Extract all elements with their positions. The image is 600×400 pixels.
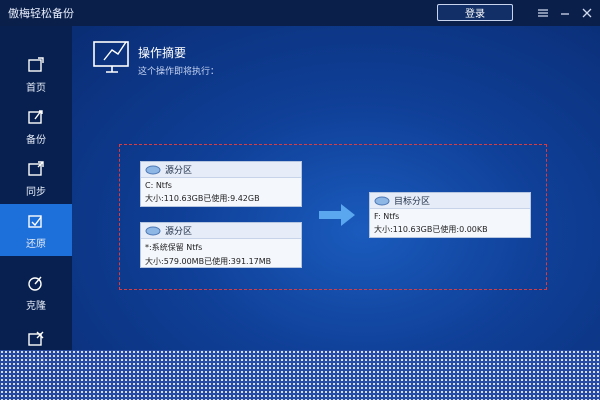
sync-icon [28, 160, 44, 176]
sidebar-item-label: 首页 [26, 82, 46, 94]
disk-icon [145, 165, 161, 174]
partition-size: 大小:110.63GB已使用:9.42GB [145, 194, 260, 203]
target-partition-card: 目标分区 F: Ntfs 大小:110.63GB已使用:0.00KB [369, 192, 531, 238]
sidebar-item-backup[interactable]: 备份 [0, 100, 72, 152]
card-title: 目标分区 [394, 197, 431, 207]
card-title: 源分区 [165, 166, 193, 176]
sidebar-item-clone[interactable]: 克隆 [0, 266, 72, 318]
source-partition-card: 源分区 C: Ntfs 大小:110.63GB已使用:9.42GB [140, 161, 302, 207]
home-icon [28, 56, 44, 72]
disk-icon [374, 196, 390, 205]
partition-filesystem: F: Ntfs [374, 212, 400, 221]
clone-icon [28, 276, 42, 291]
partition-size: 大小:579.00MB已使用:391.17MB [145, 257, 272, 266]
backup-icon [28, 109, 43, 124]
sidebar-item-restore[interactable]: 还原 [0, 204, 72, 256]
sidebar-item-label: 克隆 [26, 300, 46, 312]
card-header: 源分区 [141, 223, 301, 239]
app-title: 傲梅轻松备份 [8, 7, 74, 20]
summary-subtitle: 这个操作即将执行： [138, 67, 220, 77]
partition-filesystem: C: Ntfs [145, 181, 172, 190]
sidebar-item-label: 还原 [26, 238, 46, 250]
sidebar: 首页 备份 同步 还原 克隆 工具 [0, 26, 72, 400]
main-panel: 操作摘要 这个操作即将执行： 源分区 C: Ntfs 大小:110.63GB已使… [72, 26, 600, 400]
partition-size: 大小:110.63GB已使用:0.00KB [374, 225, 488, 234]
tools-icon [28, 331, 44, 346]
sidebar-item-home[interactable]: 首页 [0, 48, 72, 100]
summary-title: 操作摘要 [138, 46, 187, 60]
card-header: 源分区 [141, 162, 301, 178]
card-header: 目标分区 [370, 193, 530, 209]
minimize-icon[interactable] [556, 4, 574, 22]
arrow-right-icon [319, 204, 355, 226]
summary-monitor-icon [93, 41, 129, 73]
login-button[interactable]: 登录 [437, 4, 513, 21]
disk-icon [145, 226, 161, 235]
sidebar-item-label: 同步 [26, 186, 46, 198]
partition-filesystem: *:系统保留 Ntfs [145, 243, 203, 252]
menu-icon[interactable] [534, 4, 552, 22]
source-partition-card: 源分区 *:系统保留 Ntfs 大小:579.00MB已使用:391.17MB [140, 222, 302, 268]
close-icon[interactable] [578, 4, 596, 22]
dotted-overlay [0, 350, 600, 400]
restore-icon [28, 214, 42, 228]
title-bar: 傲梅轻松备份 登录 [0, 0, 600, 26]
sidebar-item-label: 备份 [26, 134, 46, 146]
card-title: 源分区 [165, 227, 193, 237]
sidebar-item-sync[interactable]: 同步 [0, 152, 72, 204]
